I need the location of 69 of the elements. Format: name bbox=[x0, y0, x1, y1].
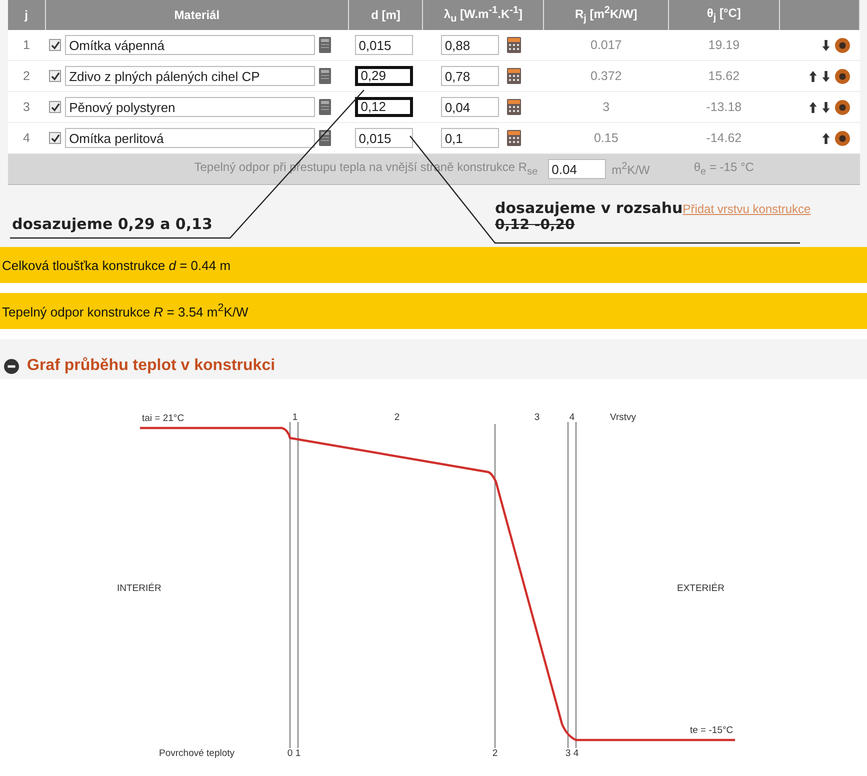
checkbox[interactable] bbox=[49, 39, 62, 51]
thickness-field[interactable]: 0,015 bbox=[354, 128, 413, 148]
material-field[interactable]: Omítka vápenná bbox=[65, 35, 316, 55]
chart-label: tai = 21°C bbox=[142, 413, 184, 424]
table-cell: 3 bbox=[544, 92, 669, 122]
delete-icon[interactable] bbox=[834, 68, 850, 84]
layer-number: 1 bbox=[292, 412, 298, 423]
row-number: 1 bbox=[8, 30, 46, 60]
column-header: λ$_{u}$ [W.m$^{-1}$.K$^{-1}$] bbox=[422, 0, 544, 30]
chart-label: Vrstvy bbox=[610, 412, 636, 423]
thickness-field[interactable]: 0,29 bbox=[354, 66, 413, 86]
summary-bar: Celková tloušťka konstrukce d = 0.44 m bbox=[0, 247, 867, 283]
layer-number: 4 bbox=[569, 412, 575, 423]
section-heading[interactable]: Graf průběhu teplot v konstrukci bbox=[27, 357, 276, 375]
chart-label: te = -15°C bbox=[690, 725, 734, 736]
column-header: j bbox=[8, 0, 46, 30]
thickness-field[interactable]: 0,12 bbox=[354, 97, 413, 117]
up-arrow-icon[interactable] bbox=[822, 132, 830, 144]
table-cell: 0.017 bbox=[544, 30, 669, 60]
thickness-field[interactable]: 0,015 bbox=[354, 35, 413, 55]
chart-label: INTERIÉR bbox=[117, 583, 162, 594]
collapse-icon[interactable] bbox=[4, 358, 19, 374]
conductivity-field[interactable]: 0,04 bbox=[440, 97, 499, 117]
surface-number: 0 1 bbox=[287, 748, 301, 758]
down-arrow-icon[interactable] bbox=[822, 40, 830, 50]
checkbox[interactable] bbox=[49, 70, 62, 82]
table-cell: 0.372 bbox=[544, 60, 669, 92]
up-arrow-icon[interactable] bbox=[808, 70, 816, 82]
book-icon[interactable] bbox=[319, 130, 332, 146]
conductivity-field[interactable]: 0,88 bbox=[440, 35, 499, 55]
table-cell: 15.62 bbox=[668, 60, 780, 92]
row-number: 2 bbox=[8, 60, 46, 92]
table-cell: -13.18 bbox=[668, 92, 780, 122]
material-field[interactable]: Pěnový polystyren bbox=[65, 97, 316, 117]
checkbox[interactable] bbox=[49, 132, 62, 144]
column-header: R$_{j}$ [m$^{2}$K/W] bbox=[544, 0, 669, 30]
material-field[interactable]: Zdivo z plných pálených cihel CP bbox=[65, 66, 316, 86]
column-header: Materiál bbox=[45, 0, 349, 30]
conductivity-field[interactable]: 0,78 bbox=[440, 66, 499, 86]
calculator-icon[interactable] bbox=[506, 37, 521, 53]
row-number: 3 bbox=[8, 92, 46, 122]
surface-number: 2 bbox=[492, 748, 498, 758]
column-header: d [m] bbox=[348, 0, 423, 30]
calculator-icon[interactable] bbox=[506, 99, 521, 115]
calculator-icon[interactable] bbox=[506, 68, 521, 84]
annotation-text: 0,12 -0,20 bbox=[495, 217, 576, 233]
annotation-text: dosazujeme 0,29 a 0,13 bbox=[12, 215, 212, 233]
down-arrow-icon[interactable] bbox=[822, 102, 830, 112]
chart-label: Povrchové teploty bbox=[159, 748, 235, 758]
layer-number: 2 bbox=[394, 412, 400, 423]
calculator-icon[interactable] bbox=[506, 130, 521, 146]
resistance-field[interactable]: 0.04 bbox=[548, 159, 606, 179]
annotation-text: dosazujeme v rozsahu bbox=[495, 199, 683, 217]
layer-number: 3 bbox=[534, 412, 540, 423]
delete-icon[interactable] bbox=[834, 38, 850, 52]
summary-bar: Tepelný odpor konstrukce R = 3.54 m$^{2}$K/W bbox=[0, 293, 867, 329]
delete-icon[interactable] bbox=[834, 130, 850, 146]
column-header: θ$_{j}$ [°C] bbox=[668, 0, 780, 30]
checkbox[interactable] bbox=[49, 101, 62, 113]
up-arrow-icon[interactable] bbox=[808, 102, 816, 112]
unit-label: m$^{2}$K/W bbox=[612, 161, 650, 177]
surface-number: 3 4 bbox=[565, 748, 579, 758]
delete-icon[interactable] bbox=[834, 100, 850, 114]
table-cell: 19.19 bbox=[668, 30, 780, 60]
exterior-temperature: θ$_{e}$ = -15 °C bbox=[668, 154, 780, 184]
material-field[interactable]: Omítka perlitová bbox=[65, 128, 316, 148]
conductivity-field[interactable]: 0,1 bbox=[440, 128, 499, 148]
down-arrow-icon[interactable] bbox=[822, 70, 830, 82]
chart-label: EXTERIÉR bbox=[677, 583, 725, 594]
